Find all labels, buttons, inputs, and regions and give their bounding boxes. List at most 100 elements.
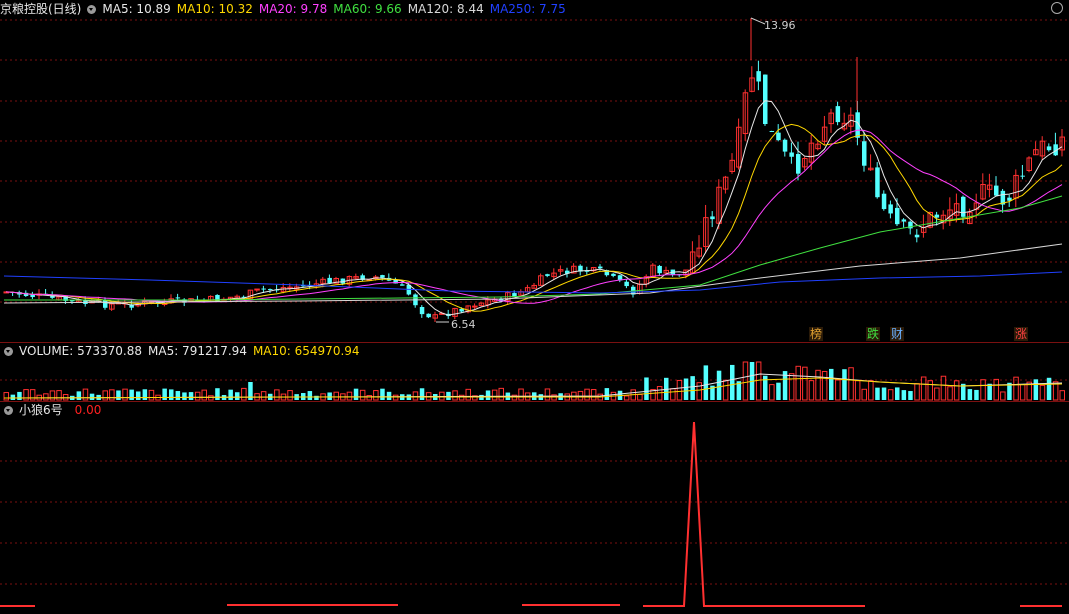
- volume-bar: [696, 382, 702, 401]
- volume-bar: [788, 373, 795, 401]
- flag-die[interactable]: 跌: [866, 327, 881, 341]
- indicator-name: 小狼6号: [19, 403, 63, 417]
- volume-bar: [1033, 379, 1039, 400]
- volume-bar: [82, 388, 89, 401]
- volume-bar: [366, 395, 372, 401]
- volume-bar: [821, 370, 828, 401]
- volume-bar: [1046, 377, 1052, 400]
- volume-bar: [730, 364, 735, 400]
- volume-bar: [895, 387, 900, 400]
- volume-bar: [703, 365, 709, 400]
- volume-bar: [987, 383, 992, 400]
- volume-bar: [881, 387, 887, 400]
- volume-bar: [175, 391, 181, 400]
- flag-cai[interactable]: 财: [890, 327, 905, 341]
- candle-body: [756, 71, 761, 82]
- volume-bar: [868, 380, 874, 401]
- volume-bar: [927, 380, 933, 401]
- candle-body: [175, 297, 181, 299]
- volume-bar: [769, 384, 775, 401]
- candle-body: [400, 284, 405, 286]
- volume-bar: [644, 377, 649, 400]
- candle-body: [380, 275, 385, 278]
- candle-body: [426, 313, 431, 318]
- candle-body: [598, 266, 603, 269]
- volume-bar: [887, 389, 894, 401]
- volume-bar: [683, 378, 689, 400]
- volume-bar: [287, 390, 293, 401]
- volume-bar: [914, 383, 920, 401]
- volume-bar: [755, 361, 762, 401]
- volume-bar: [182, 392, 187, 400]
- volume-bar: [56, 390, 62, 401]
- volume-bar: [1059, 390, 1065, 401]
- candle-body: [327, 277, 332, 284]
- candle-body: [254, 288, 260, 291]
- volume-bar: [690, 376, 695, 400]
- volume-bar: [412, 391, 419, 401]
- volume-legend: VOLUME: 573370.88 MA5: 791217.94 MA10: 654…: [19, 344, 366, 358]
- volume-bar: [228, 389, 233, 400]
- volume-bar: [1019, 384, 1026, 401]
- volume-bar: [808, 380, 815, 401]
- volume-bar: [795, 365, 801, 401]
- volume-bar: [742, 361, 749, 401]
- volume-bar: [974, 389, 979, 400]
- volume-bar: [1039, 384, 1046, 401]
- ma5-line: [5, 100, 1063, 316]
- volume-bar: [518, 388, 524, 401]
- volume-bar: [967, 389, 973, 400]
- volume-bar: [861, 388, 867, 401]
- indicator-line: [643, 421, 865, 607]
- volume-bar: [3, 392, 9, 401]
- flag-bang[interactable]: 榜: [809, 327, 824, 341]
- volume-bar: [109, 389, 115, 401]
- dropdown-arrow-icon[interactable]: [4, 347, 13, 356]
- volume-bar: [908, 391, 913, 400]
- volume-bar: [901, 390, 907, 400]
- volume-bar: [934, 387, 940, 401]
- volume-bar: [848, 367, 854, 401]
- ma60-line: [4, 195, 1063, 301]
- volume-bar: [373, 390, 379, 401]
- volume-bar: [162, 388, 167, 400]
- ma120-line: [3, 243, 1063, 304]
- candle-body: [419, 307, 425, 315]
- volume-bar: [802, 366, 808, 401]
- volume-bar: [142, 389, 148, 400]
- volume-bar: [333, 391, 339, 401]
- volume-bar: [623, 395, 630, 401]
- volume-bar: [260, 391, 267, 401]
- candle-body: [934, 214, 940, 218]
- high-price-label: 13.96: [764, 19, 796, 32]
- volume-bar: [346, 391, 353, 401]
- volume-bar: [314, 395, 319, 400]
- candle-body: [796, 154, 801, 174]
- indicator-value: 0.00: [74, 403, 102, 417]
- volume-bar: [776, 382, 781, 400]
- volume-bar: [29, 389, 36, 401]
- volume-bar: [129, 389, 134, 400]
- candle-body: [268, 289, 273, 291]
- candle-body: [888, 204, 893, 214]
- flag-zhang[interactable]: 涨: [1014, 327, 1029, 341]
- volume-bar: [23, 389, 29, 401]
- volume-bar: [201, 389, 207, 401]
- volume-bar: [307, 391, 313, 400]
- volume-bar: [386, 391, 392, 400]
- volume-bar: [241, 387, 247, 401]
- volume-bar: [993, 378, 999, 401]
- volume-bar: [584, 388, 590, 401]
- candle-body: [862, 141, 867, 166]
- volume-bar: [637, 393, 643, 401]
- volume-bar: [43, 393, 49, 401]
- candle-body: [789, 152, 794, 157]
- dropdown-arrow-icon[interactable]: [4, 406, 13, 415]
- volume-bar: [947, 386, 953, 401]
- candle-body: [994, 185, 999, 196]
- volume-bar: [815, 369, 821, 401]
- volume-bar: [102, 390, 108, 401]
- volume-bar: [10, 394, 16, 400]
- volume-bar: [76, 391, 82, 400]
- chart-canvas[interactable]: [0, 0, 1069, 614]
